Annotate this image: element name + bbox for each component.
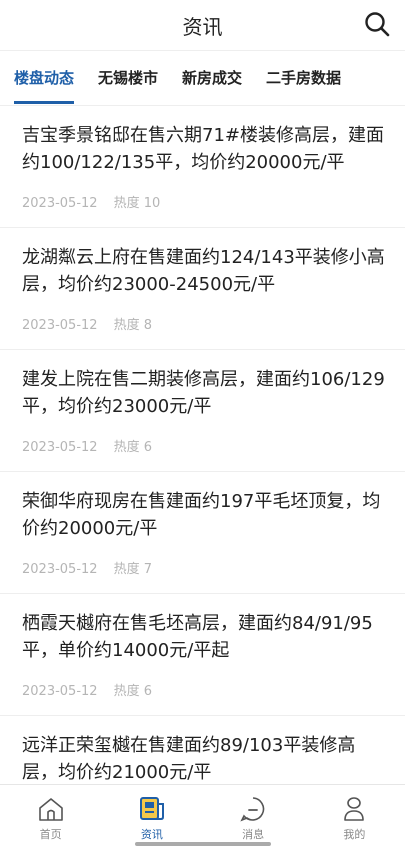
- article-meta: 2023-05-12 热度 6: [22, 680, 389, 699]
- list-item[interactable]: 吉宝季景铭邸在售六期71#楼装修高层，建面约100/122/135平，均价约20…: [0, 106, 405, 228]
- nav-home-label: 首页: [39, 827, 62, 841]
- nav-home[interactable]: 首页: [0, 785, 101, 850]
- article-heat: 热度 6: [113, 440, 152, 455]
- list-item[interactable]: 荣御华府现房在售建面约197平毛坯顶复，均价约20000元/平 2023-05-…: [0, 472, 405, 594]
- profile-icon: [344, 796, 365, 821]
- bottom-nav: 首页 资讯 消息 我的: [0, 784, 405, 850]
- article-title: 栖霞天樾府在售毛坯高层，建面约84/91/95平，单价约14000元/平起: [22, 613, 373, 661]
- article-heat: 热度 7: [113, 562, 152, 577]
- article-date: 2023-05-12: [22, 196, 98, 211]
- nav-news-label: 资讯: [140, 827, 163, 841]
- tab-wuxi-market[interactable]: 无锡楼市: [98, 50, 158, 106]
- list-item[interactable]: 远洋正荣玺樾在售建面约89/103平装修高层，均价约21000元/平: [0, 716, 405, 784]
- home-icon: [38, 797, 63, 821]
- nav-news[interactable]: 资讯: [101, 785, 202, 850]
- top-bar: 资讯: [0, 0, 405, 50]
- search-icon[interactable]: [363, 10, 391, 38]
- article-title: 吉宝季景铭邸在售六期71#楼装修高层，建面约100/122/135平，均价约20…: [22, 125, 384, 173]
- article-date: 2023-05-12: [22, 440, 98, 455]
- article-title: 建发上院在售二期装修高层，建面约106/129平，均价约23000元/平: [22, 369, 385, 417]
- news-icon: [139, 796, 164, 820]
- list-item[interactable]: 龙湖粼云上府在售建面约124/143平装修小高层，均价约23000-24500元…: [0, 228, 405, 350]
- nav-profile[interactable]: 我的: [304, 785, 405, 850]
- article-title: 荣御华府现房在售建面约197平毛坯顶复，均价约20000元/平: [22, 491, 381, 539]
- category-tabs: 楼盘动态 无锡楼市 新房成交 二手房数据: [0, 50, 405, 106]
- nav-messages[interactable]: 消息: [203, 785, 304, 850]
- list-item[interactable]: 建发上院在售二期装修高层，建面约106/129平，均价约23000元/平 202…: [0, 350, 405, 472]
- article-title: 龙湖粼云上府在售建面约124/143平装修小高层，均价约23000-24500元…: [22, 247, 385, 295]
- message-icon: [240, 796, 265, 822]
- tab-second-hand-data[interactable]: 二手房数据: [266, 50, 341, 106]
- article-date: 2023-05-12: [22, 562, 98, 577]
- article-heat: 热度 8: [113, 318, 152, 333]
- article-meta: 2023-05-12 热度 6: [22, 436, 389, 455]
- article-date: 2023-05-12: [22, 318, 98, 333]
- article-title: 远洋正荣玺樾在售建面约89/103平装修高层，均价约21000元/平: [22, 735, 356, 783]
- tab-new-house-deals[interactable]: 新房成交: [182, 50, 242, 106]
- article-meta: 2023-05-12 热度 10: [22, 192, 389, 211]
- article-heat: 热度 6: [113, 684, 152, 699]
- article-date: 2023-05-12: [22, 684, 98, 699]
- article-meta: 2023-05-12 热度 8: [22, 314, 389, 333]
- article-list: 吉宝季景铭邸在售六期71#楼装修高层，建面约100/122/135平，均价约20…: [0, 106, 405, 784]
- home-indicator: [134, 842, 271, 846]
- nav-profile-label: 我的: [343, 827, 366, 841]
- tab-property-news[interactable]: 楼盘动态: [14, 50, 75, 106]
- list-item[interactable]: 栖霞天樾府在售毛坯高层，建面约84/91/95平，单价约14000元/平起 20…: [0, 594, 405, 716]
- page-title: 资讯: [182, 14, 223, 39]
- article-heat: 热度 10: [113, 196, 161, 211]
- nav-messages-label: 消息: [242, 827, 265, 841]
- article-meta: 2023-05-12 热度 7: [22, 558, 389, 577]
